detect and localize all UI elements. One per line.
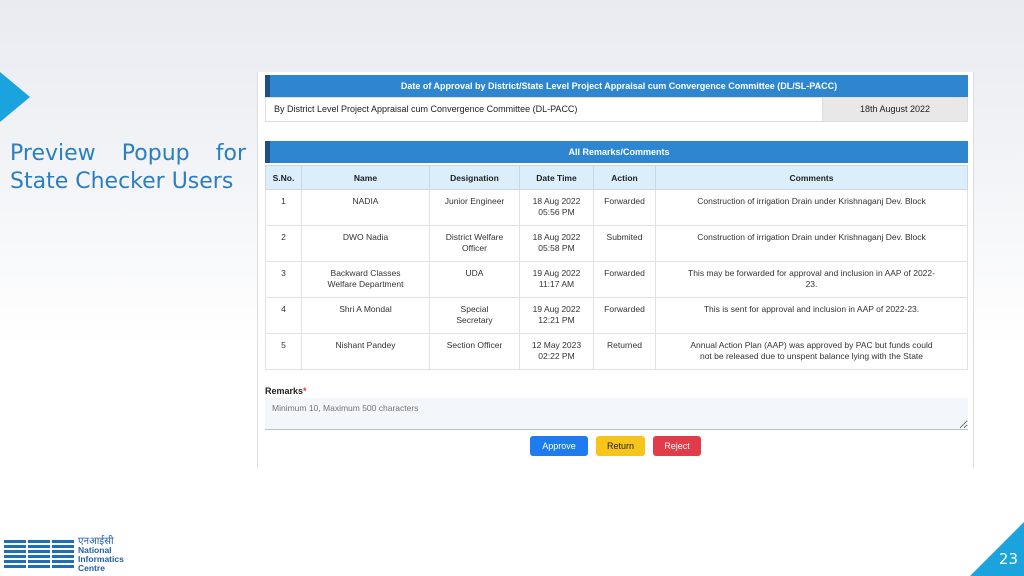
- action-buttons: Approve Return Reject: [530, 436, 701, 456]
- col-action: Action: [593, 165, 656, 190]
- approve-button[interactable]: Approve: [530, 436, 588, 456]
- nic-logo-text: एनआईसी National Informatics Centre: [78, 537, 124, 573]
- cell-name: NADIA: [301, 189, 430, 226]
- cell-designation: Special Secretary: [429, 297, 520, 334]
- table-row: 1 NADIA Junior Engineer 18 Aug 2022 05:56 P…: [265, 189, 968, 226]
- cell-designation: Section Officer: [429, 333, 520, 370]
- cell-sno: 2: [265, 225, 302, 262]
- col-sno: S.No.: [265, 165, 302, 190]
- cell-name: Backward Classes Welfare Department: [301, 261, 430, 298]
- cell-comments: This is sent for approval and inclusion …: [655, 297, 968, 334]
- cell-action: Forwarded: [593, 261, 656, 298]
- cell-comments: This may be forwarded for approval and i…: [655, 261, 968, 298]
- cell-designation: Junior Engineer: [429, 189, 520, 226]
- remarks-section-header: All Remarks/Comments: [265, 141, 968, 163]
- cell-comments: Construction of irrigation Drain under K…: [655, 225, 968, 262]
- preview-popup-panel: Date of Approval by District/State Level…: [257, 72, 974, 468]
- cell-designation: UDA: [429, 261, 520, 298]
- left-arrow-decoration: [0, 72, 30, 122]
- slide-title-line1: Preview Popup for: [10, 140, 246, 168]
- approval-row: By District Level Project Appraisal cum …: [265, 97, 968, 122]
- nic-logo-mark: [4, 540, 74, 570]
- cell-sno: 5: [265, 333, 302, 370]
- table-row: 3 Backward Classes Welfare Department UDA 1…: [265, 261, 968, 298]
- title-word-3: for: [215, 141, 246, 166]
- title-word-2: Popup: [121, 141, 190, 166]
- col-comments: Comments: [655, 165, 968, 190]
- cell-comments: Construction of irrigation Drain under K…: [655, 189, 968, 226]
- cell-sno: 4: [265, 297, 302, 334]
- logo-line3: Centre: [78, 563, 105, 573]
- approval-section-header: Date of Approval by District/State Level…: [265, 75, 968, 97]
- approval-label: By District Level Project Appraisal cum …: [274, 104, 578, 114]
- cell-date-time: 12 May 2023 02:22 PM: [519, 333, 594, 370]
- cell-action: Forwarded: [593, 297, 656, 334]
- cell-sno: 3: [265, 261, 302, 298]
- col-name: Name: [301, 165, 430, 190]
- cell-comments: Annual Action Plan (AAP) was approved by…: [655, 333, 968, 370]
- cell-date-time: 19 Aug 2022 12:21 PM: [519, 297, 594, 334]
- remarks-table: S.No. Name Designation Date Time Action …: [265, 165, 968, 370]
- cell-name: Shri A Mondal: [301, 297, 430, 334]
- table-row: 2 DWO Nadia District Welfare Officer 18 Aug…: [265, 225, 968, 262]
- cell-sno: 1: [265, 189, 302, 226]
- col-designation: Designation: [429, 165, 520, 190]
- nic-logo: एनआईसी National Informatics Centre: [4, 537, 124, 573]
- reject-button[interactable]: Reject: [653, 436, 701, 456]
- table-row: 4 Shri A Mondal Special Secretary 19 Aug 20…: [265, 297, 968, 334]
- cell-name: DWO Nadia: [301, 225, 430, 262]
- cell-action: Submited: [593, 225, 656, 262]
- slide-title-line2: State Checker Users: [10, 169, 234, 194]
- remarks-label: Remarks*: [265, 386, 307, 396]
- remarks-label-text: Remarks: [265, 386, 304, 396]
- col-date-time: Date Time: [519, 165, 594, 190]
- cell-action: Forwarded: [593, 189, 656, 226]
- cell-designation: District Welfare Officer: [429, 225, 520, 262]
- cell-name: Nishant Pandey: [301, 333, 430, 370]
- cell-date-time: 18 Aug 2022 05:58 PM: [519, 225, 594, 262]
- remarks-table-header-row: S.No. Name Designation Date Time Action …: [265, 165, 968, 190]
- slide-title: Preview Popup for State Checker Users: [10, 140, 246, 196]
- cell-date-time: 19 Aug 2022 11:17 AM: [519, 261, 594, 298]
- cell-date-time: 18 Aug 2022 05:56 PM: [519, 189, 594, 226]
- table-row: 5 Nishant Pandey Section Officer 12 May 202…: [265, 333, 968, 370]
- approval-date: 18th August 2022: [822, 98, 967, 121]
- return-button[interactable]: Return: [596, 436, 645, 456]
- page-number: 23: [998, 550, 1018, 568]
- remarks-input[interactable]: [265, 398, 968, 430]
- required-mark: *: [303, 386, 307, 396]
- title-word-1: Preview: [10, 141, 96, 166]
- cell-action: Returned: [593, 333, 656, 370]
